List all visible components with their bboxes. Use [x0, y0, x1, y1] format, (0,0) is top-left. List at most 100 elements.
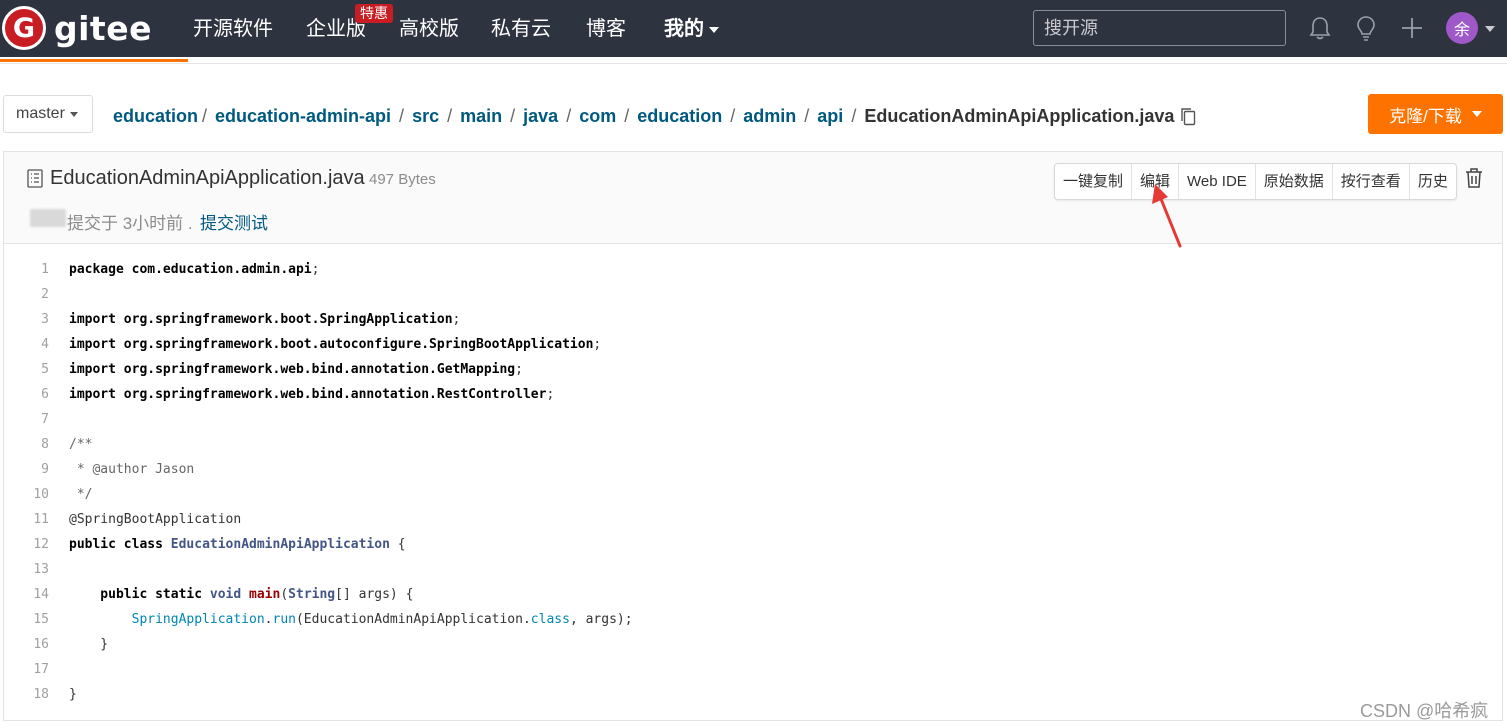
code-line: 3 import org.springframework.boot.SpringA… — [4, 307, 1502, 332]
line-number[interactable]: 15 — [4, 612, 49, 627]
line-number[interactable]: 12 — [4, 537, 49, 552]
gitee-logo[interactable]: G gitee — [2, 6, 152, 50]
line-number[interactable]: 13 — [4, 562, 49, 577]
code-text: public class EducationAdminApiApplicatio… — [69, 537, 406, 552]
blame-button[interactable]: 按行查看 — [1333, 164, 1410, 199]
raw-button[interactable]: 原始数据 — [1256, 164, 1333, 199]
code-token: ; — [593, 337, 602, 352]
line-number[interactable]: 4 — [4, 337, 49, 352]
line-number[interactable]: 5 — [4, 362, 49, 377]
breadcrumb-dir[interactable]: com — [579, 106, 616, 127]
code-text: * @author Jason — [69, 462, 194, 477]
line-number[interactable]: 11 — [4, 512, 49, 527]
code-token: SpringApplication — [69, 612, 265, 627]
file-header: EducationAdminApiApplication.java 497 By… — [4, 152, 1502, 244]
nav-item-blog[interactable]: 博客 — [586, 17, 626, 41]
code-line: 9 * @author Jason — [4, 457, 1502, 482]
code-token: import — [69, 337, 124, 352]
committer-avatar[interactable] — [30, 209, 66, 227]
file-size: 497 Bytes — [369, 171, 436, 188]
breadcrumb-current-file: EducationAdminApiApplication.java — [864, 105, 1175, 126]
line-number[interactable]: 10 — [4, 487, 49, 502]
line-number[interactable]: 2 — [4, 287, 49, 302]
nav-item-university[interactable]: 高校版 — [399, 17, 459, 41]
code-token: package — [69, 262, 132, 277]
line-number[interactable]: 9 — [4, 462, 49, 477]
avatar-chevron-down-icon[interactable] — [1485, 26, 1495, 32]
breadcrumb-dir[interactable]: education-admin-api — [215, 106, 391, 127]
code-line: 17 — [4, 657, 1502, 682]
breadcrumb-dir[interactable]: java — [523, 106, 558, 127]
lightbulb-icon[interactable] — [1352, 14, 1380, 42]
code-token: import — [69, 362, 124, 377]
nav-item-private-cloud[interactable]: 私有云 — [491, 17, 551, 41]
code-line: 6 import org.springframework.web.bind.ann… — [4, 382, 1502, 407]
header-divider — [0, 63, 1507, 64]
user-avatar[interactable]: 余 — [1446, 12, 1478, 44]
breadcrumb-dir[interactable]: main — [460, 106, 502, 127]
gitee-logo-icon: G — [2, 6, 46, 50]
branch-select-label: master — [16, 105, 65, 122]
history-button[interactable]: 历史 — [1410, 164, 1456, 199]
code-token: ; — [546, 387, 555, 402]
file-panel: EducationAdminApiApplication.java 497 By… — [3, 151, 1503, 721]
code-token: void — [209, 587, 250, 602]
line-number[interactable]: 14 — [4, 587, 49, 602]
copy-all-button[interactable]: 一键复制 — [1055, 164, 1133, 199]
code-token: class — [530, 612, 570, 627]
trash-icon[interactable] — [1464, 167, 1484, 189]
breadcrumb-dir[interactable]: admin — [743, 106, 796, 127]
breadcrumb-dir[interactable]: api — [817, 106, 843, 127]
code-text: public static void main(String[] args) { — [69, 587, 413, 602]
code-line: 7 — [4, 407, 1502, 432]
code-token: * @author Jason — [69, 462, 195, 477]
bell-icon[interactable] — [1306, 14, 1334, 42]
code-line: 4 import org.springframework.boot.autocon… — [4, 332, 1502, 357]
code-token: ( — [280, 587, 289, 602]
breadcrumb-dir[interactable]: src — [412, 106, 439, 127]
code-text: } — [69, 687, 77, 702]
code-token: org.springframework.web.bind.annotation.… — [123, 387, 547, 402]
watermark: CSDN @哈希疯 — [1360, 701, 1489, 721]
copy-path-icon[interactable] — [1180, 107, 1197, 126]
code-line: 1 package com.education.admin.api; — [4, 257, 1502, 282]
line-number[interactable]: 16 — [4, 637, 49, 652]
code-text: } — [69, 637, 108, 652]
file-actions: 一键复制 编辑 Web IDE 原始数据 按行查看 历史 — [1054, 163, 1457, 200]
code-token: public — [69, 537, 124, 552]
breadcrumb-repo[interactable]: education — [113, 106, 198, 127]
plus-icon[interactable] — [1398, 14, 1426, 42]
line-number[interactable]: 6 — [4, 387, 49, 402]
code-line: 15 SpringApplication.run(EducationAdminA… — [4, 607, 1502, 632]
clone-download-button[interactable]: 克隆/下载 — [1368, 94, 1503, 134]
code-token: [] args) { — [335, 587, 414, 602]
code-token: com.education.admin.api — [131, 262, 312, 277]
code-line: 14 public static void main(String[] args… — [4, 582, 1502, 607]
line-number[interactable]: 17 — [4, 662, 49, 677]
code-line: 13 — [4, 557, 1502, 582]
code-text: */ — [69, 487, 93, 502]
code-token: . — [264, 612, 273, 627]
breadcrumb-dir[interactable]: education — [637, 106, 722, 127]
chevron-down-icon — [69, 111, 78, 117]
search-input[interactable] — [1033, 10, 1286, 46]
code-token: } — [69, 637, 109, 652]
nav-item-open-source[interactable]: 开源软件 — [193, 17, 273, 41]
code-token: ; — [515, 362, 523, 377]
code-token: static — [155, 587, 210, 602]
branch-select[interactable]: master — [3, 95, 93, 133]
code-view: 1 package com.education.admin.api; 2 3 impor… — [4, 257, 1502, 707]
line-number[interactable]: 8 — [4, 437, 49, 452]
code-token: , args); — [569, 612, 633, 627]
commit-message-link[interactable]: 提交测试 — [200, 209, 268, 234]
code-token: EducationAdminApiApplication — [170, 537, 390, 552]
line-number[interactable]: 7 — [4, 412, 49, 427]
line-number[interactable]: 3 — [4, 312, 49, 327]
chevron-down-icon — [1471, 111, 1482, 117]
code-token: ; — [452, 312, 461, 327]
line-number[interactable]: 1 — [4, 262, 49, 277]
code-token: org.springframework.boot.autoconfigure.S… — [123, 337, 594, 352]
line-number[interactable]: 18 — [4, 687, 49, 702]
nav-item-mine[interactable]: 我的 — [664, 17, 719, 41]
code-token: import — [69, 387, 124, 402]
